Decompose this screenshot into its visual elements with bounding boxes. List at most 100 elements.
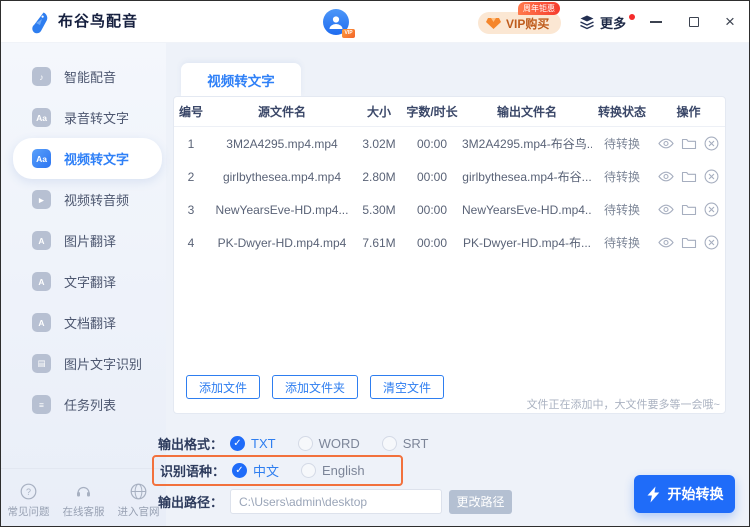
close-button[interactable]: × <box>716 1 744 43</box>
open-folder-icon[interactable] <box>681 203 697 217</box>
preview-eye-icon[interactable] <box>658 169 674 184</box>
radio-checked-icon <box>230 436 245 451</box>
language-option-english[interactable]: English <box>301 463 365 478</box>
cell-output: PK-Dwyer-HD.mp4-布... <box>462 236 591 250</box>
sidebar-item-audio-to-text[interactable]: 录音转文字 <box>1 97 166 138</box>
preview-eye-icon[interactable] <box>658 202 674 217</box>
file-table-panel: 编号 源文件名 大小 字数/时长 输出文件名 转换状态 操作 1 3M2A429… <box>173 96 726 414</box>
sidebar-item-image-translate[interactable]: 图片翻译 <box>1 220 166 261</box>
col-header-size: 大小 <box>366 105 391 119</box>
video-to-text-icon <box>32 149 51 168</box>
sidebar-item-ocr[interactable]: 图片文字识别 <box>1 343 166 384</box>
sidebar-item-video-to-audio[interactable]: 视频转音频 <box>1 179 166 220</box>
globe-icon <box>130 483 147 500</box>
avatar-vip-badge: VIP <box>342 29 355 38</box>
sidebar-item-label: 智能配音 <box>64 70 117 85</box>
sidebar-divider <box>1 468 166 469</box>
col-header-ops: 操作 <box>676 105 701 119</box>
sidebar-item-label: 视频转文字 <box>64 152 130 167</box>
more-label: 更多 <box>600 15 627 31</box>
sidebar-item-label: 任务列表 <box>64 398 117 413</box>
minimize-icon <box>650 21 662 23</box>
language-option-chinese[interactable]: 中文 <box>232 461 279 480</box>
language-option-label: English <box>322 463 365 478</box>
faq-label: 常见问题 <box>7 506 50 518</box>
col-header-status: 转换状态 <box>597 105 646 119</box>
output-format-row: 输出格式： TXT WORD SRT <box>158 434 451 453</box>
output-path-input[interactable] <box>230 489 442 514</box>
change-path-button[interactable]: 更改路径 <box>449 489 512 514</box>
notification-dot <box>629 14 636 20</box>
language-option-label: 中文 <box>253 464 280 479</box>
add-file-button[interactable]: 添加文件 <box>186 375 261 399</box>
table-row: 1 3M2A4295.mp4.mp4 3.02M 00:00 3M2A4295.… <box>174 127 725 160</box>
cell-status: 待转换 <box>603 203 640 217</box>
output-path-label: 输出路径： <box>158 495 224 510</box>
image-ocr-icon <box>32 354 51 373</box>
add-folder-button[interactable]: 添加文件夹 <box>272 375 359 399</box>
sidebar-item-doc-translate[interactable]: 文档翻译 <box>1 302 166 343</box>
website-label: 进入官网 <box>117 506 160 518</box>
minimize-button[interactable] <box>642 1 670 43</box>
app-window: 布谷鸟配音 VIP VIP购买 周年钜惠 更多 × 智能配音 <box>0 0 750 527</box>
sidebar-item-task-list[interactable]: 任务列表 <box>1 384 166 425</box>
maximize-button[interactable] <box>680 1 708 43</box>
col-header-duration: 字数/时长 <box>406 105 458 119</box>
mic-bubble-icon <box>32 67 51 86</box>
radio-unchecked-icon <box>297 436 313 451</box>
format-option-word[interactable]: WORD <box>297 436 360 451</box>
col-header-output: 输出文件名 <box>496 105 557 119</box>
remove-file-icon[interactable] <box>704 235 719 250</box>
cell-source: NewYearsEve-HD.mp4... <box>215 202 349 217</box>
cell-output: 3M2A4295.mp4-布谷鸟... <box>462 137 592 151</box>
format-option-label: WORD <box>318 436 360 451</box>
headset-icon <box>77 486 90 497</box>
doc-translate-icon <box>32 313 51 332</box>
clear-files-button[interactable]: 清空文件 <box>370 375 445 399</box>
maximize-icon <box>689 17 699 27</box>
cell-index: 2 <box>187 169 195 184</box>
vip-buy-button[interactable]: VIP购买 <box>478 12 562 34</box>
preview-eye-icon[interactable] <box>658 136 674 151</box>
faq-link[interactable]: ? 常见问题 <box>8 483 50 519</box>
remove-file-icon[interactable] <box>704 202 719 217</box>
open-folder-icon[interactable] <box>681 236 697 250</box>
start-conversion-button[interactable]: 开始转换 <box>634 475 735 513</box>
language-label: 识别语种： <box>160 464 226 479</box>
website-link[interactable]: 进入官网 <box>118 483 160 519</box>
lightning-convert-icon <box>647 486 659 502</box>
format-option-txt[interactable]: TXT <box>230 436 276 451</box>
open-folder-icon[interactable] <box>681 170 697 184</box>
table-header-row: 编号 源文件名 大小 字数/时长 输出文件名 转换状态 操作 <box>174 97 725 127</box>
cell-status: 待转换 <box>603 236 640 250</box>
cell-size: 2.80M <box>362 169 396 184</box>
sidebar-item-label: 图片翻译 <box>64 234 117 249</box>
sidebar-item-smart-dubbing[interactable]: 智能配音 <box>1 56 166 97</box>
task-list-icon <box>32 395 51 414</box>
video-to-audio-icon <box>32 190 51 209</box>
remove-file-icon[interactable] <box>704 136 719 151</box>
remove-file-icon[interactable] <box>704 169 719 184</box>
customer-service-link[interactable]: 在线客服 <box>63 483 105 519</box>
col-header-source: 源文件名 <box>257 105 306 119</box>
sidebar-item-text-translate[interactable]: 文字翻译 <box>1 261 166 302</box>
table-row: 4 PK-Dwyer-HD.mp4.mp4 7.61M 00:00 PK-Dwy… <box>174 226 725 259</box>
sidebar-item-label: 视频转音频 <box>64 193 130 208</box>
adding-files-hint: 文件正在添加中，大文件要多等一会哦~ <box>526 399 720 411</box>
cell-source: 3M2A4295.mp4.mp4 <box>226 136 338 151</box>
tab-video-to-text[interactable]: 视频转文字 <box>181 63 301 96</box>
format-option-label: SRT <box>402 436 429 451</box>
output-path-row: 输出路径： 更改路径 <box>158 489 512 514</box>
more-menu-button[interactable]: 更多 <box>579 1 636 43</box>
format-option-srt[interactable]: SRT <box>381 436 429 451</box>
cell-size: 7.61M <box>362 235 396 250</box>
preview-eye-icon[interactable] <box>658 235 674 250</box>
open-folder-icon[interactable] <box>681 137 697 151</box>
table-row: 2 girlbythesea.mp4.mp4 2.80M 00:00 girlb… <box>174 160 725 193</box>
sidebar-item-label: 图片文字识别 <box>64 357 143 372</box>
titlebar: 布谷鸟配音 VIP VIP购买 周年钜惠 更多 × <box>1 1 749 43</box>
sidebar-item-label: 文字翻译 <box>64 275 117 290</box>
sidebar-item-video-to-text[interactable]: 视频转文字 <box>13 138 162 179</box>
user-avatar[interactable]: VIP <box>323 9 355 38</box>
vip-diamond-icon <box>486 17 501 29</box>
